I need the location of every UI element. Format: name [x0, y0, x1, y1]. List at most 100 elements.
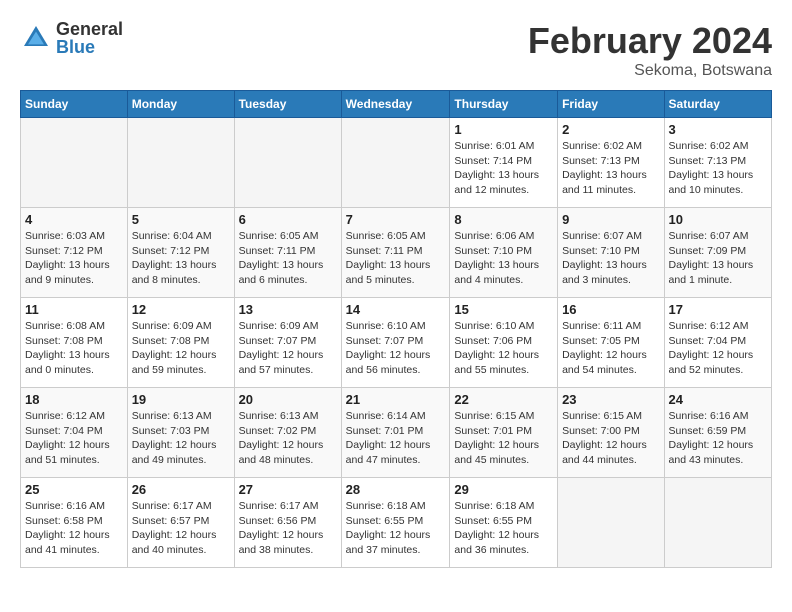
day-info: Sunrise: 6:02 AMSunset: 7:13 PMDaylight:…: [669, 139, 767, 198]
day-number: 19: [132, 392, 230, 407]
day-info: Sunrise: 6:14 AMSunset: 7:01 PMDaylight:…: [346, 409, 446, 468]
day-info: Sunrise: 6:13 AMSunset: 7:03 PMDaylight:…: [132, 409, 230, 468]
day-info: Sunrise: 6:09 AMSunset: 7:07 PMDaylight:…: [239, 319, 337, 378]
day-number: 23: [562, 392, 659, 407]
week-row-3: 11 Sunrise: 6:08 AMSunset: 7:08 PMDayligh…: [21, 298, 772, 388]
page-header: General Blue February 2024 Sekoma, Botsw…: [20, 20, 772, 80]
day-number: 7: [346, 212, 446, 227]
day-info: Sunrise: 6:16 AMSunset: 6:59 PMDaylight:…: [669, 409, 767, 468]
day-info: Sunrise: 6:17 AMSunset: 6:56 PMDaylight:…: [239, 499, 337, 558]
logo-icon: [20, 22, 52, 54]
day-number: 21: [346, 392, 446, 407]
day-cell: 20 Sunrise: 6:13 AMSunset: 7:02 PMDayligh…: [234, 388, 341, 478]
day-cell: 12 Sunrise: 6:09 AMSunset: 7:08 PMDayligh…: [127, 298, 234, 388]
day-cell: 28 Sunrise: 6:18 AMSunset: 6:55 PMDayligh…: [341, 478, 450, 568]
day-cell: [664, 478, 771, 568]
day-number: 17: [669, 302, 767, 317]
day-cell: 5 Sunrise: 6:04 AMSunset: 7:12 PMDaylight…: [127, 208, 234, 298]
week-row-4: 18 Sunrise: 6:12 AMSunset: 7:04 PMDayligh…: [21, 388, 772, 478]
day-cell: 11 Sunrise: 6:08 AMSunset: 7:08 PMDayligh…: [21, 298, 128, 388]
day-number: 4: [25, 212, 123, 227]
day-number: 26: [132, 482, 230, 497]
header-cell-monday: Monday: [127, 91, 234, 118]
day-cell: 29 Sunrise: 6:18 AMSunset: 6:55 PMDayligh…: [450, 478, 558, 568]
day-info: Sunrise: 6:15 AMSunset: 7:01 PMDaylight:…: [454, 409, 553, 468]
day-cell: 2 Sunrise: 6:02 AMSunset: 7:13 PMDaylight…: [558, 118, 664, 208]
day-cell: 9 Sunrise: 6:07 AMSunset: 7:10 PMDaylight…: [558, 208, 664, 298]
day-number: 10: [669, 212, 767, 227]
day-cell: 3 Sunrise: 6:02 AMSunset: 7:13 PMDaylight…: [664, 118, 771, 208]
page-title: February 2024: [528, 20, 772, 62]
day-number: 11: [25, 302, 123, 317]
calendar-table: SundayMondayTuesdayWednesdayThursdayFrid…: [20, 90, 772, 568]
day-info: Sunrise: 6:12 AMSunset: 7:04 PMDaylight:…: [25, 409, 123, 468]
day-number: 2: [562, 122, 659, 137]
day-cell: [341, 118, 450, 208]
day-number: 9: [562, 212, 659, 227]
day-info: Sunrise: 6:01 AMSunset: 7:14 PMDaylight:…: [454, 139, 553, 198]
day-cell: 24 Sunrise: 6:16 AMSunset: 6:59 PMDayligh…: [664, 388, 771, 478]
day-cell: [127, 118, 234, 208]
day-cell: 26 Sunrise: 6:17 AMSunset: 6:57 PMDayligh…: [127, 478, 234, 568]
day-cell: [234, 118, 341, 208]
day-info: Sunrise: 6:17 AMSunset: 6:57 PMDaylight:…: [132, 499, 230, 558]
day-cell: 27Sunrise: 6:17 AMSunset: 6:56 PMDayligh…: [234, 478, 341, 568]
day-info: Sunrise: 6:15 AMSunset: 7:00 PMDaylight:…: [562, 409, 659, 468]
day-info: Sunrise: 6:18 AMSunset: 6:55 PMDaylight:…: [346, 499, 446, 558]
day-cell: 10 Sunrise: 6:07 AMSunset: 7:09 PMDayligh…: [664, 208, 771, 298]
week-row-1: 1 Sunrise: 6:01 AMSunset: 7:14 PMDaylight…: [21, 118, 772, 208]
day-number: 1: [454, 122, 553, 137]
logo-blue-text: Blue: [56, 38, 123, 56]
header-cell-sunday: Sunday: [21, 91, 128, 118]
day-info: Sunrise: 6:03 AMSunset: 7:12 PMDaylight:…: [25, 229, 123, 288]
day-cell: 22Sunrise: 6:15 AMSunset: 7:01 PMDayligh…: [450, 388, 558, 478]
day-number: 24: [669, 392, 767, 407]
day-cell: 15Sunrise: 6:10 AMSunset: 7:06 PMDayligh…: [450, 298, 558, 388]
day-number: 5: [132, 212, 230, 227]
day-info: Sunrise: 6:02 AMSunset: 7:13 PMDaylight:…: [562, 139, 659, 198]
day-cell: 4 Sunrise: 6:03 AMSunset: 7:12 PMDaylight…: [21, 208, 128, 298]
day-info: Sunrise: 6:05 AMSunset: 7:11 PMDaylight:…: [346, 229, 446, 288]
logo-general-text: General: [56, 20, 123, 38]
day-cell: [21, 118, 128, 208]
day-cell: 19 Sunrise: 6:13 AMSunset: 7:03 PMDayligh…: [127, 388, 234, 478]
day-info: Sunrise: 6:06 AMSunset: 7:10 PMDaylight:…: [454, 229, 553, 288]
day-number: 16: [562, 302, 659, 317]
day-number: 15: [454, 302, 553, 317]
day-cell: 1 Sunrise: 6:01 AMSunset: 7:14 PMDaylight…: [450, 118, 558, 208]
day-info: Sunrise: 6:05 AMSunset: 7:11 PMDaylight:…: [239, 229, 337, 288]
header-cell-friday: Friday: [558, 91, 664, 118]
day-cell: 13 Sunrise: 6:09 AMSunset: 7:07 PMDayligh…: [234, 298, 341, 388]
day-info: Sunrise: 6:07 AMSunset: 7:09 PMDaylight:…: [669, 229, 767, 288]
day-cell: 7 Sunrise: 6:05 AMSunset: 7:11 PMDaylight…: [341, 208, 450, 298]
day-number: 20: [239, 392, 337, 407]
day-number: 13: [239, 302, 337, 317]
day-number: 25: [25, 482, 123, 497]
day-info: Sunrise: 6:18 AMSunset: 6:55 PMDaylight:…: [454, 499, 553, 558]
day-number: 3: [669, 122, 767, 137]
day-info: Sunrise: 6:10 AMSunset: 7:07 PMDaylight:…: [346, 319, 446, 378]
header-cell-saturday: Saturday: [664, 91, 771, 118]
header-cell-thursday: Thursday: [450, 91, 558, 118]
day-info: Sunrise: 6:16 AMSunset: 6:58 PMDaylight:…: [25, 499, 123, 558]
day-cell: 21 Sunrise: 6:14 AMSunset: 7:01 PMDayligh…: [341, 388, 450, 478]
day-number: 8: [454, 212, 553, 227]
header-cell-tuesday: Tuesday: [234, 91, 341, 118]
title-block: February 2024 Sekoma, Botswana: [528, 20, 772, 80]
day-info: Sunrise: 6:12 AMSunset: 7:04 PMDaylight:…: [669, 319, 767, 378]
day-number: 6: [239, 212, 337, 227]
day-info: Sunrise: 6:07 AMSunset: 7:10 PMDaylight:…: [562, 229, 659, 288]
day-number: 18: [25, 392, 123, 407]
day-info: Sunrise: 6:08 AMSunset: 7:08 PMDaylight:…: [25, 319, 123, 378]
day-info: Sunrise: 6:04 AMSunset: 7:12 PMDaylight:…: [132, 229, 230, 288]
day-number: 14: [346, 302, 446, 317]
day-number: 12: [132, 302, 230, 317]
day-cell: 18 Sunrise: 6:12 AMSunset: 7:04 PMDayligh…: [21, 388, 128, 478]
day-number: 28: [346, 482, 446, 497]
week-row-2: 4 Sunrise: 6:03 AMSunset: 7:12 PMDaylight…: [21, 208, 772, 298]
day-info: Sunrise: 6:13 AMSunset: 7:02 PMDaylight:…: [239, 409, 337, 468]
day-cell: 8 Sunrise: 6:06 AMSunset: 7:10 PMDaylight…: [450, 208, 558, 298]
day-number: 29: [454, 482, 553, 497]
day-info: Sunrise: 6:09 AMSunset: 7:08 PMDaylight:…: [132, 319, 230, 378]
day-info: Sunrise: 6:11 AMSunset: 7:05 PMDaylight:…: [562, 319, 659, 378]
